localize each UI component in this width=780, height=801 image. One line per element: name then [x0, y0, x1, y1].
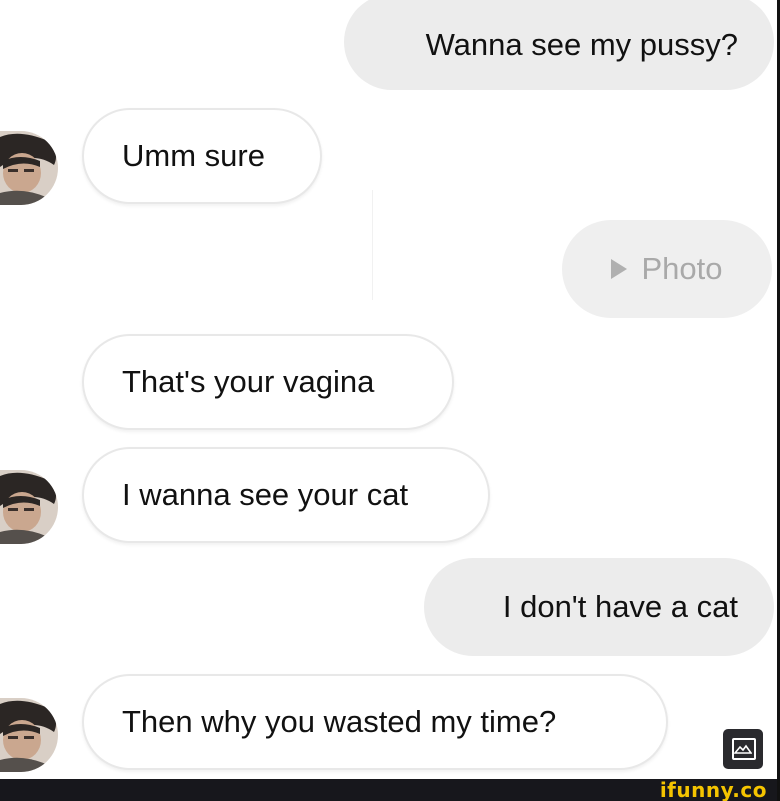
message-text: I wanna see your cat: [122, 477, 409, 512]
message-bubble-incoming[interactable]: That's your vagina: [82, 334, 454, 430]
chat-screen: Wanna see my pussy? Umm sure Photo That'…: [0, 0, 780, 801]
avatar[interactable]: [0, 470, 58, 544]
avatar-photo: [0, 470, 58, 544]
image-viewer-button[interactable]: [723, 729, 763, 769]
mountain-icon: [734, 744, 752, 754]
avatar-photo: [0, 131, 58, 205]
avatar-photo: [0, 698, 58, 772]
message-bubble-incoming[interactable]: I wanna see your cat: [82, 447, 490, 543]
message-bubble-incoming[interactable]: Then why you wasted my time?: [82, 674, 668, 770]
message-text: Umm sure: [122, 138, 265, 173]
message-text: I don't have a cat: [502, 589, 738, 624]
avatar[interactable]: [0, 698, 58, 772]
avatar[interactable]: [0, 131, 58, 205]
message-bubble-outgoing[interactable]: I don't have a cat: [424, 558, 774, 656]
message-text: Wanna see my pussy?: [425, 27, 738, 62]
message-text: Then why you wasted my time?: [122, 704, 557, 739]
background-divider: [372, 190, 373, 300]
photo-label: Photo: [641, 251, 723, 286]
message-bubble-incoming[interactable]: Umm sure: [82, 108, 322, 204]
message-bubble-outgoing[interactable]: Wanna see my pussy?: [344, 0, 774, 90]
message-text: That's your vagina: [122, 364, 375, 399]
watermark-logo: ifunny.co: [659, 778, 767, 801]
photo-message-bubble[interactable]: Photo: [562, 220, 772, 318]
play-icon: [611, 259, 628, 279]
